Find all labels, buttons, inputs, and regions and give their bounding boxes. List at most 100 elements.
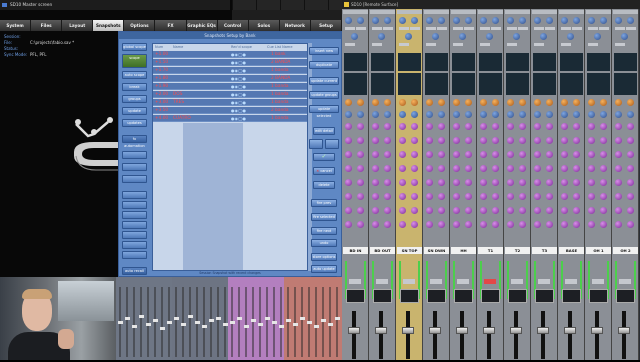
aux-send-knob-icon[interactable] [534, 193, 541, 200]
scope-option-button[interactable] [122, 151, 147, 159]
toolbar-button[interactable] [256, 0, 280, 10]
strip-button[interactable] [345, 43, 355, 46]
trim-knob-icon[interactable] [357, 17, 364, 24]
aux-send-knob-icon[interactable] [561, 123, 568, 130]
aux-send-knob-icon[interactable] [507, 179, 514, 186]
store-options-button[interactable]: store options [311, 253, 337, 261]
aux-send-knob-icon[interactable] [573, 179, 580, 186]
strip-button[interactable] [453, 43, 463, 46]
aux-send-knob-icon[interactable] [426, 151, 433, 158]
filter-knob-icon[interactable] [594, 33, 601, 40]
aux-send-knob-icon[interactable] [426, 207, 433, 214]
filter-knob-icon[interactable] [540, 33, 547, 40]
aux-send-knob-icon[interactable] [519, 123, 526, 130]
trim-knob-icon[interactable] [546, 17, 553, 24]
eq-knob-icon[interactable] [507, 111, 514, 118]
aux-send-knob-icon[interactable] [600, 151, 607, 158]
aux-send-knob-icon[interactable] [399, 123, 406, 130]
aux-send-knob-icon[interactable] [411, 137, 418, 144]
aux-send-knob-icon[interactable] [519, 151, 526, 158]
tab-solos[interactable]: Solos [249, 20, 280, 31]
eq-knob-icon[interactable] [492, 99, 499, 106]
strip-button[interactable] [480, 27, 490, 30]
aux-send-knob-icon[interactable] [426, 137, 433, 144]
eq-knob-icon[interactable] [372, 99, 379, 106]
eq-knob-icon[interactable] [384, 111, 391, 118]
fx-automation-button[interactable]: fx automation [122, 135, 147, 148]
strip-button[interactable] [545, 27, 555, 30]
aux-send-knob-icon[interactable] [546, 165, 553, 172]
aux-send-knob-icon[interactable] [627, 221, 634, 228]
aux-send-knob-icon[interactable] [546, 137, 553, 144]
toolbar-button[interactable] [232, 0, 256, 10]
scope-option-button[interactable] [122, 241, 147, 249]
aux-send-knob-icon[interactable] [399, 221, 406, 228]
aux-send-knob-icon[interactable] [357, 165, 364, 172]
aux-send-knob-icon[interactable] [438, 193, 445, 200]
filter-knob-icon[interactable] [432, 33, 439, 40]
aux-send-knob-icon[interactable] [453, 221, 460, 228]
aux-send-knob-icon[interactable] [465, 207, 472, 214]
trim-knob-icon[interactable] [411, 17, 418, 24]
mute-button[interactable] [376, 279, 388, 284]
strip-button[interactable] [507, 43, 517, 46]
aux-send-knob-icon[interactable] [453, 151, 460, 158]
update-selected-button[interactable]: update selected [309, 105, 339, 118]
table-row[interactable]: +2.00 DOS ●◉◯● 1 banda [153, 91, 307, 98]
eq-knob-icon[interactable] [372, 111, 379, 118]
aux-send-knob-icon[interactable] [615, 221, 622, 228]
strip-button[interactable] [491, 27, 501, 30]
fader-cap[interactable] [537, 327, 549, 334]
strip-button[interactable] [588, 27, 598, 30]
aux-send-knob-icon[interactable] [534, 137, 541, 144]
aux-send-knob-icon[interactable] [492, 123, 499, 130]
strip-button[interactable] [426, 43, 436, 46]
aux-send-knob-icon[interactable] [465, 123, 472, 130]
filter-knob-icon[interactable] [621, 33, 628, 40]
aux-send-knob-icon[interactable] [600, 193, 607, 200]
update-groups-button[interactable]: update groups [309, 91, 339, 99]
eq-knob-icon[interactable] [399, 99, 406, 106]
aux-send-knob-icon[interactable] [399, 207, 406, 214]
filter-knob-icon[interactable] [567, 33, 574, 40]
aux-send-knob-icon[interactable] [465, 193, 472, 200]
aux-send-knob-icon[interactable] [546, 123, 553, 130]
strip-button[interactable] [561, 43, 571, 46]
gain-knob-icon[interactable] [399, 17, 406, 24]
strip-button[interactable] [410, 27, 420, 30]
fader-cap[interactable] [510, 327, 522, 334]
aux-send-knob-icon[interactable] [561, 207, 568, 214]
routing-box[interactable] [373, 289, 392, 303]
aux-send-knob-icon[interactable] [438, 151, 445, 158]
aux-send-knob-icon[interactable] [546, 179, 553, 186]
mute-button[interactable] [511, 279, 523, 284]
eq-knob-icon[interactable] [453, 99, 460, 106]
eq-knob-icon[interactable] [546, 111, 553, 118]
cancel-button[interactable]: ✕ cancel [313, 167, 335, 175]
eq-knob-icon[interactable] [357, 111, 364, 118]
strip-button[interactable] [507, 27, 517, 30]
fader-cap[interactable] [348, 327, 360, 334]
aux-send-knob-icon[interactable] [345, 207, 352, 214]
aux-send-knob-icon[interactable] [534, 151, 541, 158]
eq-knob-icon[interactable] [465, 111, 472, 118]
routing-box[interactable] [535, 289, 554, 303]
aux-send-knob-icon[interactable] [600, 207, 607, 214]
mute-button[interactable] [403, 279, 415, 284]
aux-send-knob-icon[interactable] [438, 123, 445, 130]
eq-knob-icon[interactable] [345, 99, 352, 106]
eq-knob-icon[interactable] [426, 111, 433, 118]
tab-fx[interactable]: FX [155, 20, 187, 31]
aux-send-knob-icon[interactable] [480, 193, 487, 200]
channel-strip[interactable]: HH [450, 9, 477, 360]
strip-button[interactable] [534, 43, 544, 46]
eq-knob-icon[interactable] [438, 111, 445, 118]
aux-send-knob-icon[interactable] [507, 123, 514, 130]
aux-send-knob-icon[interactable] [480, 207, 487, 214]
aux-send-knob-icon[interactable] [534, 123, 541, 130]
aux-send-knob-icon[interactable] [615, 179, 622, 186]
option-button[interactable] [309, 139, 323, 149]
aux-send-knob-icon[interactable] [357, 221, 364, 228]
routing-box[interactable] [508, 289, 527, 303]
strip-button[interactable] [464, 27, 474, 30]
